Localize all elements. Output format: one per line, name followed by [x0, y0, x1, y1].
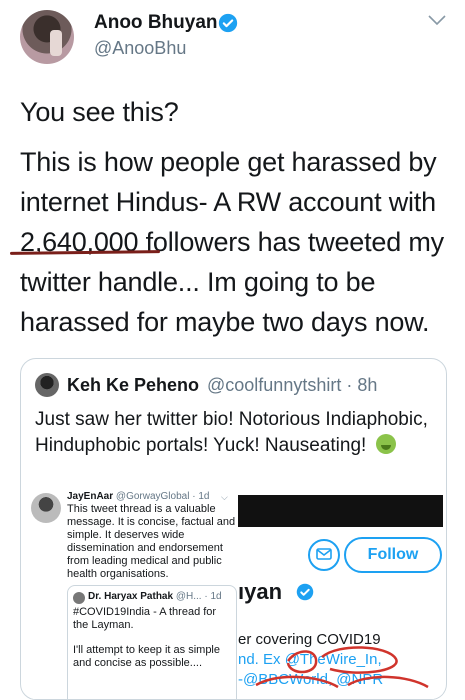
- tweet-paragraph: You see this?: [20, 97, 179, 127]
- tweet-text: You see this? This is how people get har…: [20, 92, 450, 342]
- embedded-time: · 1d: [192, 491, 210, 502]
- chevron-down-icon[interactable]: [428, 14, 446, 26]
- follow-button: Follow: [344, 537, 442, 573]
- embedded-inner-name: Dr. Haryax Pathak: [88, 591, 174, 602]
- red-scribble-annotation: [255, 646, 429, 689]
- embedded-screenshot: JayEnAar @GorwayGlobal · 1d ⌵ This tweet…: [31, 489, 443, 699]
- quoted-avatar[interactable]: [35, 373, 59, 397]
- verified-icon: [296, 583, 314, 601]
- avatar[interactable]: [20, 10, 74, 64]
- embedded-text: This tweet thread is a valuable message.…: [67, 503, 236, 580]
- embedded-inner-header: Dr. Haryax Pathak @H... · 1d: [88, 591, 222, 602]
- chevron-down-icon: ⌵: [221, 492, 228, 502]
- embedded-profile: Follow ıyan er covering COVID19 nd. Ex @…: [238, 489, 443, 699]
- quoted-body: Just saw her twitter bio! Notorious Indi…: [35, 409, 428, 456]
- message-icon: [308, 539, 340, 571]
- embedded-author-name: JayEnAar: [67, 491, 114, 502]
- quoted-handle-text: @coolfunnytshirt: [207, 375, 342, 395]
- tweet-paragraph: This is how people get harassed by inter…: [20, 147, 444, 337]
- quoted-time: · 8h: [346, 375, 378, 395]
- embedded-inner-line: I'll attempt to keep it as simple and co…: [73, 644, 220, 669]
- embedded-avatar: [31, 493, 61, 523]
- profile-banner: [238, 495, 443, 527]
- quoted-author-name: Keh Ke Peheno: [67, 375, 200, 395]
- profile-name-fragment: ıyan: [238, 579, 283, 604]
- embedded-tweet: JayEnAar @GorwayGlobal · 1d ⌵ This tweet…: [31, 489, 237, 699]
- embedded-inner-avatar: [73, 592, 85, 604]
- author-handle[interactable]: @AnooBhu: [94, 38, 186, 59]
- embedded-author-handle: @GorwayGlobal: [115, 491, 190, 502]
- author-name[interactable]: Anoo Bhuyan: [94, 12, 218, 34]
- nauseated-face-icon: [375, 434, 396, 454]
- quoted-text: Just saw her twitter bio! Notorious Indi…: [35, 407, 435, 459]
- embedded-inner-handle: @H...: [175, 591, 202, 602]
- embedded-quoted-tweet: Dr. Haryax Pathak @H... · 1d #COVID19Ind…: [67, 585, 237, 699]
- verified-icon: [218, 13, 238, 33]
- quoted-author-handle: @coolfunnytshirt · 8h: [207, 375, 377, 396]
- embedded-inner-text: #COVID19India - A thread for the Layman.…: [73, 606, 233, 682]
- embedded-inner-time: · 1d: [204, 591, 222, 602]
- quoted-tweet[interactable]: Keh Ke Peheno @coolfunnytshirt · 8h Just…: [20, 358, 447, 700]
- embedded-inner-line: #COVID19India - A thread for the Layman.: [73, 606, 217, 631]
- embedded-header: JayEnAar @GorwayGlobal · 1d: [67, 491, 209, 502]
